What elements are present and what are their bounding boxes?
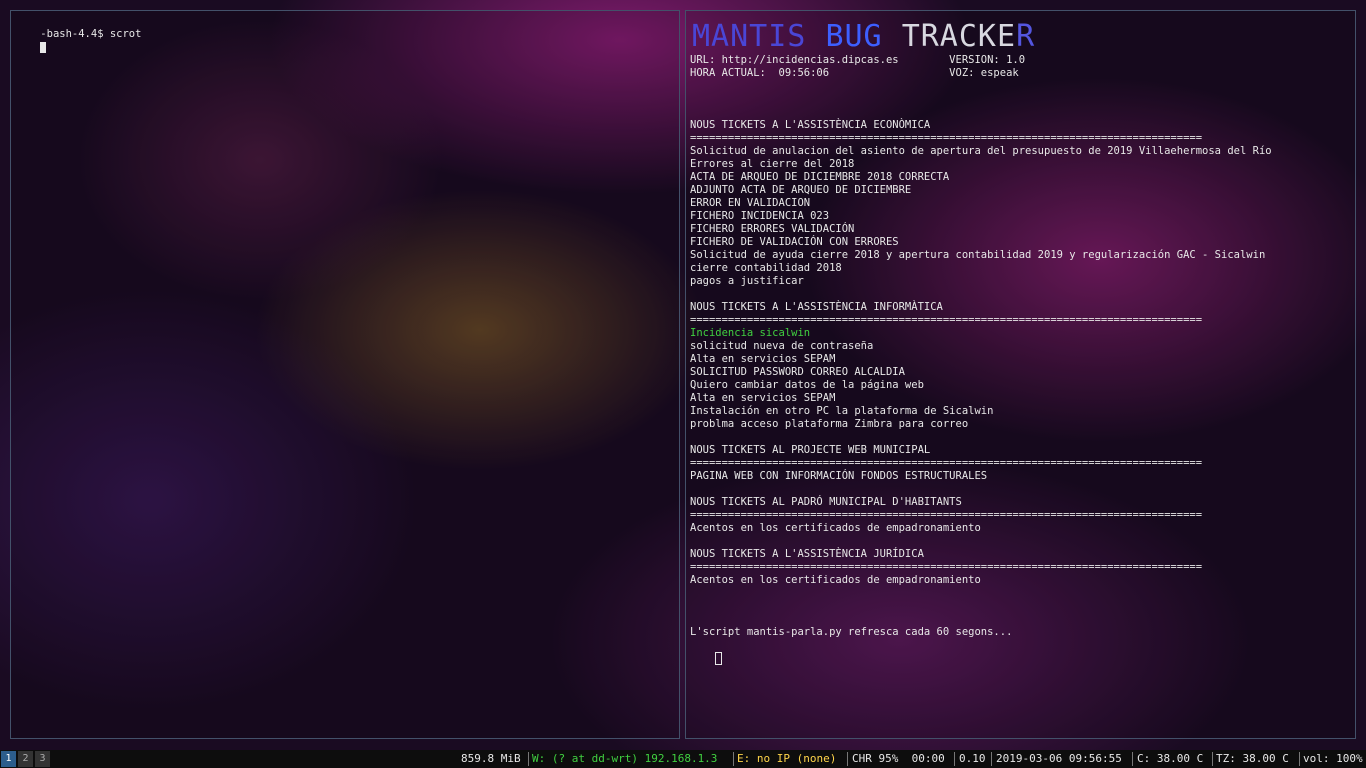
ticket-section: NOUS TICKETS AL PADRÓ MUNICIPAL D'HABITA…	[690, 496, 1272, 548]
status-divider	[528, 752, 529, 766]
ticket-item: Alta en servicios SEPAM	[690, 392, 836, 404]
ticket-item: PAGINA WEB CON INFORMACIÓN FONDOS ESTRUC…	[690, 470, 988, 482]
workspace-3-button[interactable]: 3	[35, 751, 50, 767]
ticket-item: Acentos en los certificados de empadrona…	[690, 574, 981, 586]
status-divider	[1132, 752, 1133, 766]
logo-word-mantis: MANTIS	[692, 19, 807, 54]
section-title: NOUS TICKETS AL PADRÓ MUNICIPAL D'HABITA…	[690, 496, 962, 508]
cursor-icon	[715, 652, 723, 665]
battery-status: CHR 95% 00:00	[852, 752, 945, 765]
ticket-section: NOUS TICKETS A L'ASSISTÈNCIA INFORMÀTICA…	[690, 301, 1272, 444]
section-separator: ========================================…	[690, 132, 1203, 144]
ticket-section: NOUS TICKETS A L'ASSISTÈNCIA JURÍDICA ===…	[690, 548, 1272, 587]
ticket-item: SOLICITUD PASSWORD CORREO ALCALDIA	[690, 366, 905, 378]
logo-letter-r: R	[1016, 19, 1036, 54]
status-divider	[1299, 752, 1300, 766]
time-voice-line: HORA ACTUAL: 09:56:06 VOZ: espeak	[690, 67, 1019, 79]
section-title: NOUS TICKETS A L'ASSISTÈNCIA JURÍDICA	[690, 548, 924, 560]
ticket-item: pagos a justificar	[690, 275, 804, 287]
ticket-item: cierre contabilidad 2018	[690, 262, 842, 274]
mantis-logo: MANTIS BUG TRACKER	[692, 19, 1036, 54]
logo-word-tracker: TRACKE	[901, 19, 1017, 54]
cpu-temperature: C: 38.00 C	[1137, 752, 1204, 765]
ticket-item: Acentos en los certificados de empadrona…	[690, 522, 981, 534]
ticket-item: Solicitud de anulacion del asiento de ap…	[690, 145, 1272, 157]
ethernet-status: E: no IP (none)	[737, 752, 837, 765]
status-divider	[1212, 752, 1213, 766]
workspace-2-button[interactable]: 2	[18, 751, 33, 767]
section-separator: ========================================…	[690, 314, 1203, 326]
volume-level[interactable]: vol: 100%	[1303, 750, 1363, 768]
ticket-item: FICHERO INCIDENCIA 023	[690, 210, 830, 222]
section-separator: ========================================…	[690, 509, 1203, 521]
section-title: NOUS TICKETS A L'ASSISTÈNCIA INFORMÀTICA	[690, 301, 943, 313]
status-divider	[954, 752, 955, 766]
ticket-item: Alta en servicios SEPAM	[690, 353, 836, 365]
ticket-item: ACTA DE ARQUEO DE DICIEMBRE 2018 CORRECT…	[690, 171, 950, 183]
ticket-item: FICHERO DE VALIDACIÓN CON ERRORES	[690, 236, 899, 248]
status-bar: 1 2 3 859.8 MiB W: (? at dd-wrt) 192.168…	[0, 750, 1366, 768]
ticket-item: ADJUNTO ACTA DE ARQUEO DE DICIEMBRE	[690, 184, 912, 196]
section-title: NOUS TICKETS A L'ASSISTÈNCIA ECONÒMICA	[690, 119, 931, 131]
ticket-item: Instalación en otro PC la plataforma de …	[690, 405, 994, 417]
logo-word-bug: BUG	[825, 19, 883, 54]
load-average: 0.10	[959, 752, 986, 765]
ticket-sections: NOUS TICKETS A L'ASSISTÈNCIA ECONÒMICA ==…	[690, 119, 1272, 587]
status-divider	[733, 752, 734, 766]
clock-datetime: 2019-03-06 09:56:55	[996, 752, 1122, 765]
memory-usage: 859.8 MiB	[461, 752, 521, 765]
wifi-status: W: (? at dd-wrt) 192.168.1.3	[532, 752, 718, 765]
status-divider	[991, 752, 992, 766]
ticket-item: FICHERO ERRORES VALIDACIÓN	[690, 223, 855, 235]
ticket-section: NOUS TICKETS AL PROJECTE WEB MUNICIPAL ==…	[690, 444, 1272, 496]
left-terminal-cursor	[15, 28, 47, 67]
prompt-text: -bash-4.4$ scrot	[40, 28, 142, 40]
right-terminal-cursor	[690, 639, 723, 679]
ticket-item: solicitud nueva de contraseña	[690, 340, 874, 352]
ticket-section: NOUS TICKETS A L'ASSISTÈNCIA ECONÒMICA ==…	[690, 119, 1272, 301]
ticket-item: problma acceso plataforma Zimbra para co…	[690, 418, 969, 430]
section-separator: ========================================…	[690, 561, 1203, 573]
workspace-1-button[interactable]: 1	[1, 751, 16, 767]
refresh-footer: L'script mantis-parla.py refresca cada 6…	[690, 626, 1013, 638]
url-version-line: URL: http://incidencias.dipcas.es VERSIO…	[690, 54, 1026, 66]
ticket-item: Quiero cambiar datos de la página web	[690, 379, 924, 391]
cursor-icon	[40, 41, 47, 53]
ticket-item: Solicitud de ayuda cierre 2018 y apertur…	[690, 249, 1266, 261]
status-divider	[847, 752, 848, 766]
section-separator: ========================================…	[690, 457, 1203, 469]
section-title: NOUS TICKETS AL PROJECTE WEB MUNICIPAL	[690, 444, 931, 456]
left-terminal-window[interactable]: -bash-4.4$ scrot	[10, 10, 680, 739]
ticket-item: Errores al cierre del 2018	[690, 158, 855, 170]
thermal-zone-temperature: TZ: 38.00 C	[1216, 752, 1289, 765]
ticket-item-highlighted: Incidencia sicalwin	[690, 327, 811, 339]
ticket-item: ERROR EN VALIDACION	[690, 197, 811, 209]
right-terminal-window[interactable]: MANTIS BUG TRACKER URL: http://incidenci…	[685, 10, 1356, 739]
